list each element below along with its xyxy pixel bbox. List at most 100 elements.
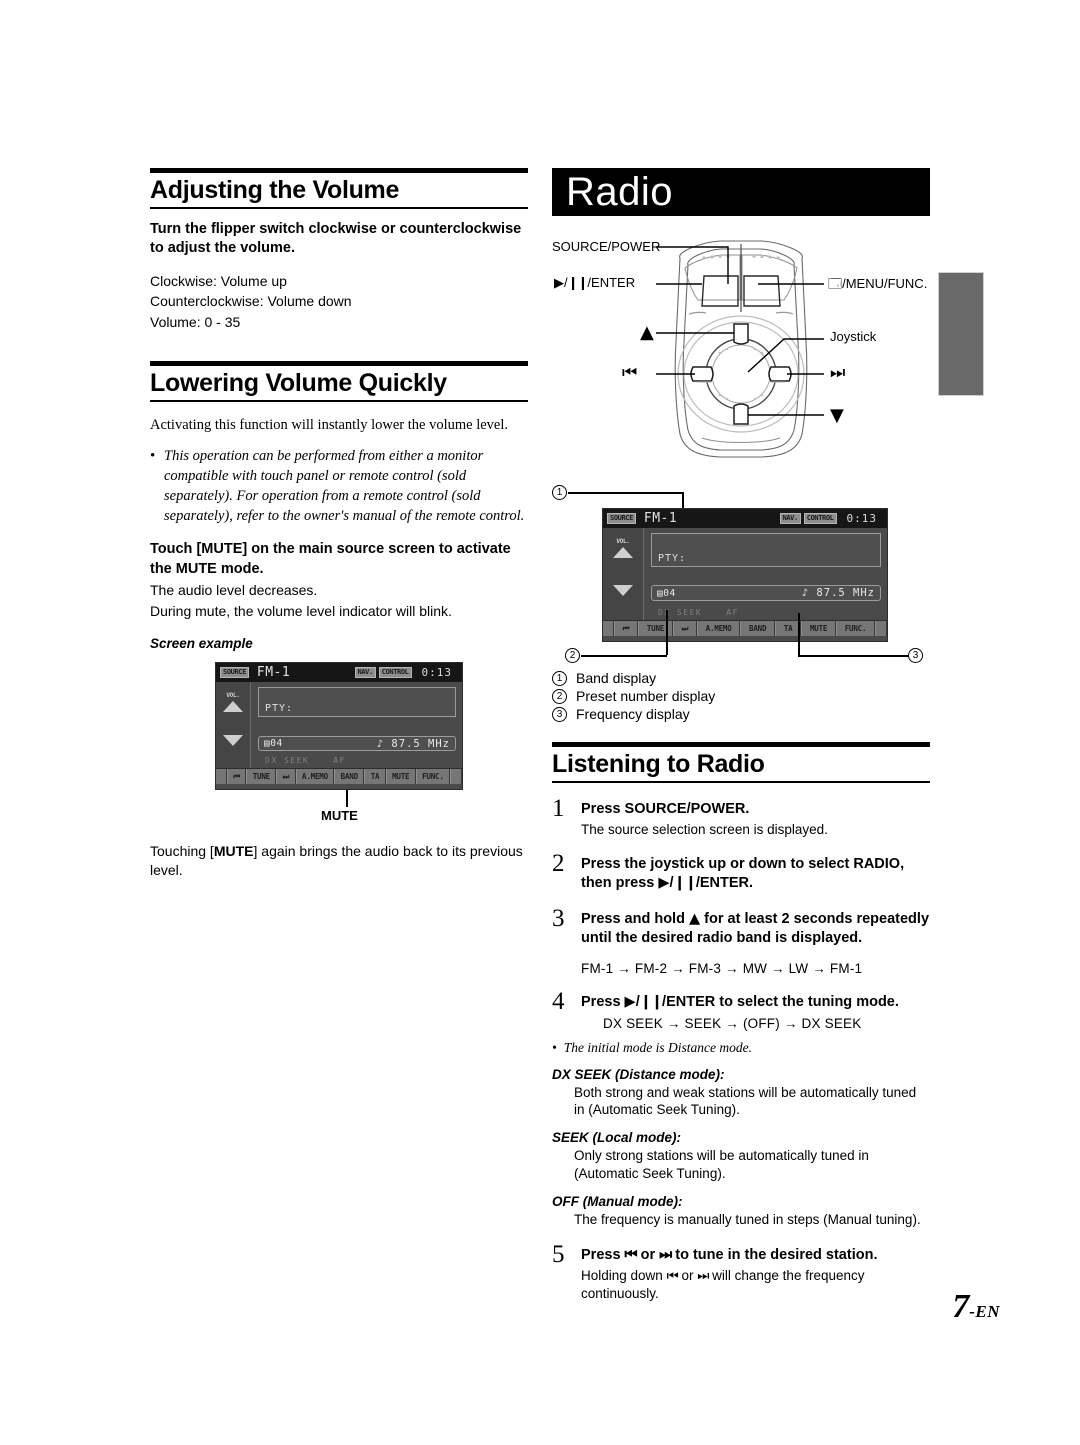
- lcd2-btn-mute[interactable]: MUTE: [801, 621, 836, 636]
- lcd-nav-chip[interactable]: NAV.: [354, 667, 376, 679]
- lcd2-frequency-box: ▤04 ♪ 87.5 MHz: [651, 585, 881, 601]
- detail-indicator-blinks: During mute, the volume level indicator …: [150, 602, 452, 619]
- note-initial-mode: • The initial mode is Distance mode.: [552, 1040, 930, 1056]
- callout-marker-2: 2: [565, 648, 580, 663]
- lcd2-status-af: AF: [726, 608, 739, 617]
- section-index-tab: [938, 272, 984, 396]
- bullet-marker: •: [150, 448, 156, 465]
- lcd-clock: 0:13: [421, 666, 452, 680]
- down-triangle-icon: ▼: [830, 405, 844, 426]
- lcd-btn-next-track-icon[interactable]: ⏭: [276, 769, 296, 785]
- step-5-next-track-icon: ⏭: [659, 1246, 672, 1263]
- bullet-text: This operation can be performed from eit…: [164, 448, 525, 525]
- lcd2-volume-label: VOL.: [616, 538, 630, 545]
- step-5-body: Press ⏮ or ⏭ to tune in the desired stat…: [581, 1243, 930, 1303]
- lcd2-btn-spacer-left: [603, 621, 614, 636]
- step-1-desc: The source selection screen is displayed…: [581, 821, 828, 837]
- step-5: 5 Press ⏮ or ⏭ to tune in the desired st…: [552, 1242, 930, 1303]
- lcd-btn-ta[interactable]: TA: [364, 769, 386, 785]
- pause-icon: ❙❙: [567, 276, 589, 291]
- lcd-top-bar: SOURCE FM-1 NAV. CONTROL 0:13: [216, 663, 462, 683]
- step-1-emphasis: SOURCE/POWER: [624, 801, 746, 817]
- step-1-title: Press SOURCE/POWER.: [581, 801, 750, 817]
- step-2-pause-icon: ❙❙: [673, 875, 697, 892]
- lcd2-btn-band[interactable]: BAND: [740, 621, 776, 636]
- lcd-control-chip[interactable]: CONTROL: [378, 667, 412, 679]
- lcd2-control-chip[interactable]: CONTROL: [803, 513, 837, 524]
- heading-listening-to-radio: Listening to Radio: [552, 742, 930, 783]
- lcd-btn-mute[interactable]: MUTE: [385, 769, 416, 785]
- lcd2-nav-chip[interactable]: NAV.: [779, 513, 801, 524]
- label-source-power: SOURCE/POWER: [552, 239, 661, 254]
- lcd2-button-bar: ⏮ TUNE ⏭ A.MEMO BAND TA MUTE FUNC.: [603, 620, 888, 636]
- callout-2-leader-v: [666, 610, 668, 655]
- legend-label-3: Frequency display: [576, 706, 690, 722]
- step-5-desc-next-track-icon: ⏭: [697, 1267, 709, 1284]
- step-1-number: 1: [552, 795, 565, 822]
- lcd2-band-display: FM-1: [643, 511, 678, 526]
- lcd-btn-tune[interactable]: TUNE: [246, 769, 277, 785]
- lcd-status-row: DX SEEK AF: [265, 756, 346, 765]
- lcd-source-chip[interactable]: SOURCE: [220, 667, 249, 679]
- lcd2-source-chip[interactable]: SOURCE: [607, 513, 636, 524]
- instruction-turn-flipper-switch: Turn the flipper switch clockwise or cou…: [150, 220, 528, 259]
- volume-up-triangle-icon[interactable]: [223, 701, 243, 713]
- lcd2-btn-next-track-icon[interactable]: ⏭: [672, 621, 697, 636]
- instruction-emphasis: flipper switch: [210, 221, 305, 237]
- heading-adjusting-the-volume: Adjusting the Volume: [150, 168, 528, 209]
- intro-lowering-volume: Activating this function will instantly …: [150, 417, 509, 434]
- lcd2-pty-box: PTY:: [651, 533, 881, 567]
- mode-desc-seek: Only strong stations will be automatical…: [574, 1148, 869, 1182]
- callout-3-leader-v: [798, 613, 800, 655]
- display-icon: 🗔: [828, 277, 843, 292]
- lcd2-btn-amemo[interactable]: A.MEMO: [696, 621, 741, 636]
- lcd2-volume-down-triangle-icon[interactable]: [613, 585, 633, 596]
- callout-legend: 1 Band display 2 Preset number display 3…: [552, 670, 930, 722]
- step-2-emphasis: joystick: [650, 856, 705, 873]
- legend-marker-3: 3: [552, 706, 567, 722]
- lcd-pty-label: PTY:: [265, 703, 294, 715]
- step-3-title: Press and hold ▲ for at least 2 seconds …: [581, 911, 930, 946]
- play-icon: ▶: [554, 276, 564, 291]
- volume-down-triangle-icon[interactable]: [223, 735, 243, 747]
- closing-emphasis: MUTE: [213, 843, 254, 860]
- step-2-body: Press the joystick up or down to select …: [581, 852, 930, 893]
- lcd-btn-func[interactable]: FUNC.: [415, 769, 451, 785]
- lcd-btn-band[interactable]: BAND: [334, 769, 365, 785]
- step-4-number: 4: [552, 987, 565, 1015]
- lcd-body: VOL. PTY: ▤04 ♪ 87.5 MHz DX SEEK AF: [216, 682, 462, 769]
- instruction-touch-mute: Touch [MUTE] on the main source screen t…: [150, 540, 528, 579]
- lcd2-main-area: PTY: ▤04 ♪ 87.5 MHz DX SEEK AF: [644, 528, 887, 620]
- label-menu-func: 🗔/MENU/FUNC.: [828, 276, 928, 292]
- step-4-body: Press ▶/❙❙/ENTER to select the tuning mo…: [581, 990, 930, 1031]
- legend-item-3: 3 Frequency display: [552, 706, 930, 722]
- lcd2-btn-tune[interactable]: TUNE: [638, 621, 673, 636]
- lcd-status-af: AF: [333, 756, 346, 766]
- callout-3-leader-h: [798, 655, 909, 657]
- mode-desc-dx-seek: Both strong and weak stations will be au…: [574, 1084, 917, 1118]
- lcd2-top-bar: SOURCE FM-1 NAV. CONTROL 0:13: [603, 509, 887, 528]
- detail-audio-level-decreases: The audio level decreases.: [150, 581, 318, 598]
- step-1: 1 Press SOURCE/POWER. The source selecti…: [552, 795, 930, 838]
- lcd2-volume-up-triangle-icon[interactable]: [613, 547, 633, 558]
- lcd-button-bar: ⏮ TUNE ⏭ A.MEMO BAND TA MUTE FUNC.: [216, 768, 463, 785]
- up-triangle-icon: ▲: [640, 322, 654, 343]
- manual-page: Adjusting the Volume Turn the flipper sw…: [0, 0, 1080, 1445]
- lcd-btn-amemo[interactable]: A.MEMO: [295, 769, 335, 785]
- screen-example-label: Screen example: [150, 636, 253, 652]
- lcd2-btn-prev-track-icon[interactable]: ⏮: [614, 621, 639, 636]
- lcd-volume-column: VOL.: [216, 682, 251, 769]
- mode-desc-off: The frequency is manually tuned in steps…: [574, 1211, 921, 1227]
- step-3-up-triangle-icon: ▲: [688, 911, 701, 928]
- heading-lowering-volume-quickly: Lowering Volume Quickly: [150, 361, 528, 403]
- device-illustration-svg: [656, 240, 824, 458]
- lcd2-frequency-value: ♪ 87.5 MHz: [801, 587, 875, 599]
- lcd-btn-spacer-left: [216, 769, 227, 785]
- device-diagram: SOURCE/POWER ▶/❙❙/ENTER 🗔/MENU/FUNC. ▲ J…: [552, 222, 930, 470]
- step-3: 3 Press and hold ▲ for at least 2 second…: [552, 906, 930, 976]
- step-4-pause-icon: ❙❙: [639, 993, 663, 1010]
- label-joystick: Joystick: [830, 329, 877, 344]
- page-number-suffix: -EN: [969, 1302, 1000, 1321]
- lcd-btn-prev-track-icon[interactable]: ⏮: [227, 769, 247, 785]
- lcd2-btn-func[interactable]: FUNC.: [835, 621, 876, 636]
